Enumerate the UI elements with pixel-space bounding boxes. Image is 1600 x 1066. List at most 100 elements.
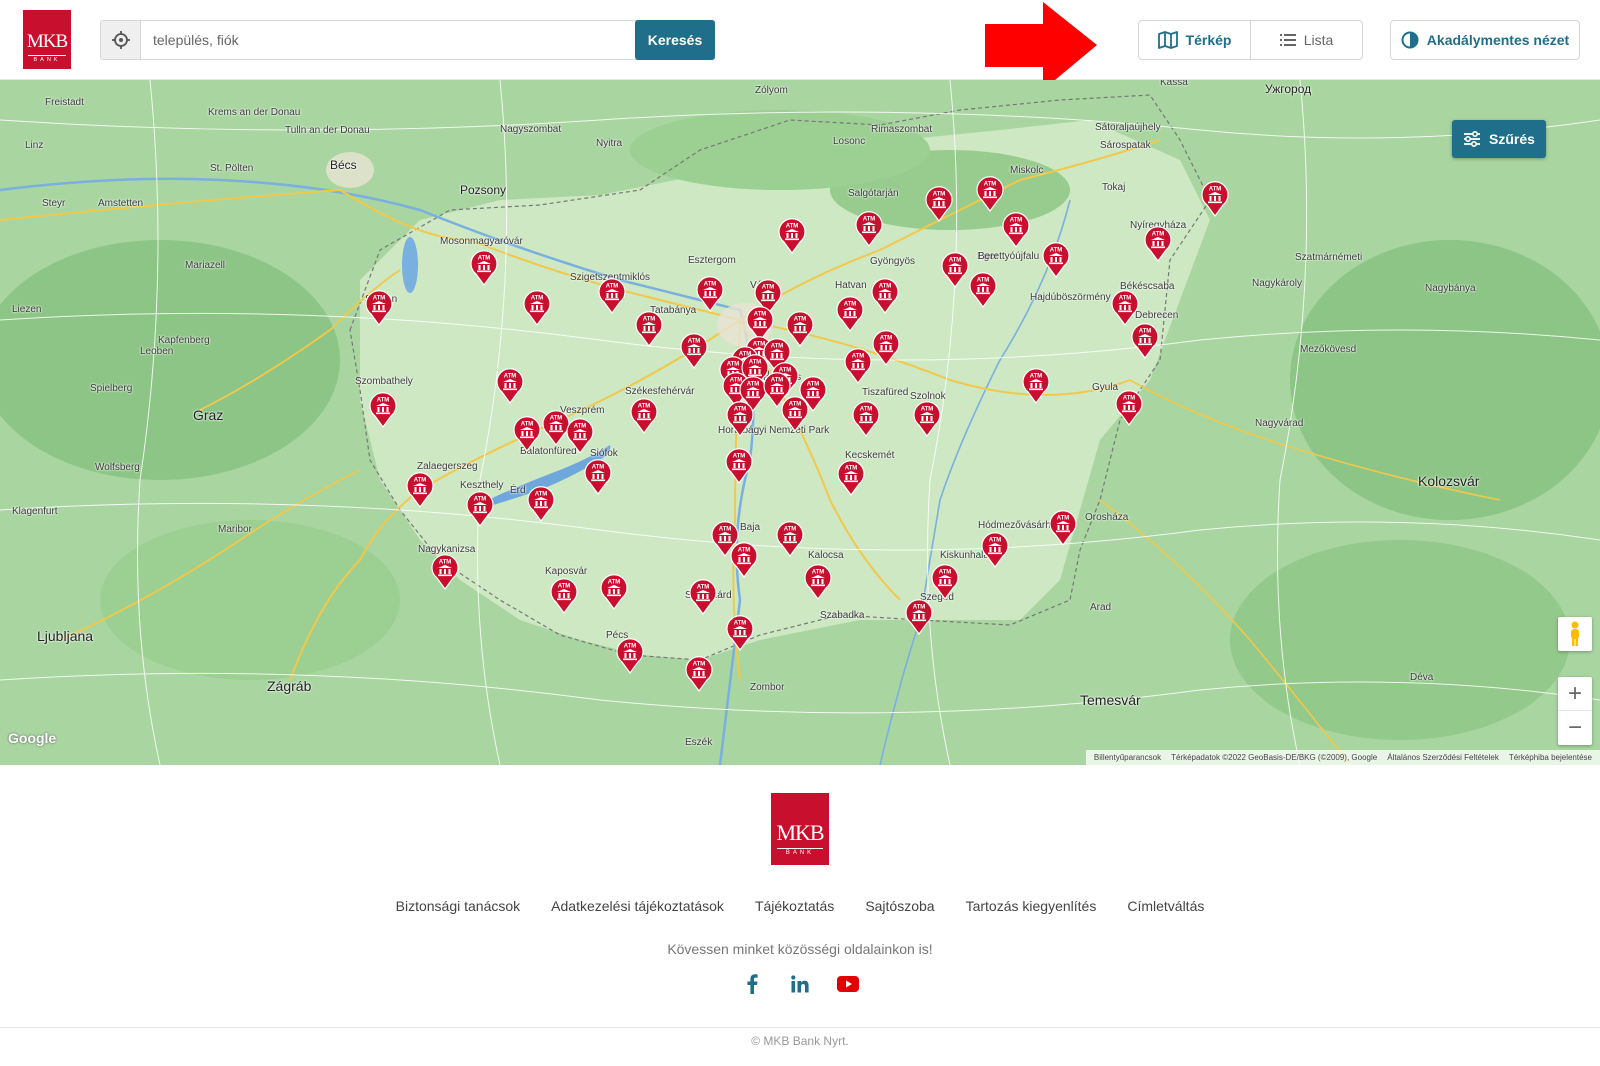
atm-branch-marker[interactable]: ATM (778, 218, 806, 255)
map-label: Mosonmagyaróvár (440, 236, 523, 247)
atm-branch-marker[interactable]: ATM (635, 311, 663, 348)
atm-branch-marker[interactable]: ATM (726, 401, 754, 438)
atm-branch-marker[interactable]: ATM (584, 459, 612, 496)
map-label: Székesfehérvár (625, 386, 695, 397)
atm-branch-marker[interactable]: ATM (1022, 368, 1050, 405)
linkedin-icon[interactable] (788, 973, 812, 995)
atm-branch-marker[interactable]: ATM (685, 656, 713, 693)
atm-branch-marker[interactable]: ATM (598, 278, 626, 315)
atm-branch-marker[interactable]: ATM (527, 486, 555, 523)
map-canvas[interactable]: Bécs Pozsony Graz Zágráb Ljubljana Kolozsvár T… (0, 80, 1600, 765)
svg-text:ATM: ATM (373, 296, 386, 302)
attribution-terms[interactable]: Általános Szerződési Feltételek (1387, 753, 1499, 762)
atm-branch-marker[interactable]: ATM (781, 396, 809, 433)
atm-branch-marker[interactable]: ATM (1002, 212, 1030, 249)
atm-branch-marker[interactable]: ATM (365, 290, 393, 327)
map-icon (1157, 31, 1178, 49)
atm-branch-marker[interactable]: ATM (871, 278, 899, 315)
atm-branch-marker[interactable]: ATM (466, 491, 494, 528)
atm-branch-marker[interactable]: ATM (689, 579, 717, 616)
facebook-icon[interactable] (740, 973, 764, 995)
svg-text:ATM: ATM (1030, 374, 1043, 380)
svg-text:ATM: ATM (693, 662, 706, 668)
atm-branch-marker[interactable]: ATM (431, 554, 459, 591)
atm-branch-marker[interactable]: ATM (550, 578, 578, 615)
attribution-shortcuts[interactable]: Billentyűparancsok (1094, 753, 1161, 762)
locate-button[interactable] (101, 21, 141, 59)
atm-branch-marker[interactable]: ATM (976, 176, 1004, 213)
atm-branch-marker[interactable]: ATM (836, 296, 864, 333)
svg-text:ATM: ATM (762, 285, 775, 291)
atm-branch-marker[interactable]: ATM (680, 333, 708, 370)
atm-branch-marker[interactable]: ATM (696, 276, 724, 313)
atm-branch-marker[interactable]: ATM (981, 532, 1009, 569)
atm-branch-marker[interactable]: ATM (523, 290, 551, 327)
atm-branch-marker[interactable]: ATM (1144, 226, 1172, 263)
search-button[interactable]: Keresés (635, 20, 715, 60)
atm-branch-marker[interactable]: ATM (725, 448, 753, 485)
atm-branch-marker[interactable]: ATM (837, 460, 865, 497)
zoom-in-button[interactable]: + (1558, 677, 1592, 711)
atm-branch-marker[interactable]: ATM (513, 416, 541, 453)
atm-branch-marker[interactable]: ATM (941, 252, 969, 289)
atm-branch-marker[interactable]: ATM (844, 348, 872, 385)
atm-branch-marker[interactable]: ATM (855, 211, 883, 248)
atm-branch-marker[interactable]: ATM (1201, 181, 1229, 218)
map-label: Gyöngyös (870, 256, 916, 267)
atm-branch-marker[interactable]: ATM (630, 398, 658, 435)
svg-text:ATM: ATM (474, 497, 487, 503)
footer-link-information[interactable]: Tájékoztatás (755, 898, 834, 914)
street-view-pegman[interactable] (1558, 617, 1592, 651)
accessible-view-button[interactable]: Akadálymentes nézet (1390, 20, 1580, 60)
atm-branch-marker[interactable]: ATM (804, 564, 832, 601)
footer-link-security[interactable]: Biztonsági tanácsok (396, 898, 521, 914)
atm-branch-marker[interactable]: ATM (1042, 242, 1070, 279)
atm-branch-marker[interactable]: ATM (969, 272, 997, 309)
map-label: Tokaj (1102, 182, 1126, 193)
atm-branch-marker[interactable]: ATM (1115, 390, 1143, 427)
svg-text:ATM: ATM (852, 354, 865, 360)
atm-branch-marker[interactable]: ATM (470, 250, 498, 287)
svg-text:ATM: ATM (439, 560, 452, 566)
atm-branch-marker[interactable]: ATM (776, 521, 804, 558)
atm-marker-icon: ATM (523, 290, 551, 327)
atm-branch-marker[interactable]: ATM (872, 330, 900, 367)
search-input[interactable] (141, 21, 671, 59)
atm-branch-marker[interactable]: ATM (913, 401, 941, 438)
attribution-report[interactable]: Térképhiba bejelentése (1509, 753, 1592, 762)
atm-branch-marker[interactable]: ATM (726, 615, 754, 652)
atm-branch-marker[interactable]: ATM (905, 599, 933, 636)
svg-text:ATM: ATM (977, 278, 990, 284)
footer-link-privacy[interactable]: Adatkezelési tájékoztatások (551, 898, 724, 914)
footer-link-press[interactable]: Sajtószoba (865, 898, 934, 914)
atm-branch-marker[interactable]: ATM (925, 186, 953, 223)
atm-branch-marker[interactable]: ATM (1111, 290, 1139, 327)
atm-branch-marker[interactable]: ATM (852, 401, 880, 438)
atm-branch-marker[interactable]: ATM (1131, 323, 1159, 360)
filter-button[interactable]: Szűrés (1452, 120, 1546, 158)
social-links (0, 973, 1600, 995)
map-label: Keszthely (460, 480, 504, 491)
mkb-logo[interactable]: MKB BANK (23, 10, 71, 69)
footer-link-debt[interactable]: Tartozás kiegyenlítés (966, 898, 1097, 914)
footer-link-exchange[interactable]: Címletváltás (1127, 898, 1204, 914)
atm-branch-marker[interactable]: ATM (406, 472, 434, 509)
map-label: Kapfenberg (158, 335, 210, 346)
atm-branch-marker[interactable]: ATM (566, 418, 594, 455)
map-label: Zalaegerszeg (417, 461, 478, 472)
atm-marker-icon: ATM (855, 211, 883, 248)
map-view-button[interactable]: Térkép (1139, 21, 1251, 59)
atm-branch-marker[interactable]: ATM (730, 542, 758, 579)
atm-branch-marker[interactable]: ATM (1049, 510, 1077, 547)
footer-mkb-logo[interactable]: MKB BANK (771, 793, 829, 865)
atm-branch-marker[interactable]: ATM (369, 392, 397, 429)
list-view-button[interactable]: Lista (1251, 21, 1362, 59)
zoom-out-button[interactable]: − (1558, 711, 1592, 745)
atm-branch-marker[interactable]: ATM (496, 368, 524, 405)
atm-branch-marker[interactable]: ATM (931, 564, 959, 601)
svg-text:ATM: ATM (860, 407, 873, 413)
youtube-icon[interactable] (836, 973, 860, 995)
atm-branch-marker[interactable]: ATM (616, 638, 644, 675)
atm-branch-marker[interactable]: ATM (600, 574, 628, 611)
atm-marker-icon: ATM (598, 278, 626, 315)
